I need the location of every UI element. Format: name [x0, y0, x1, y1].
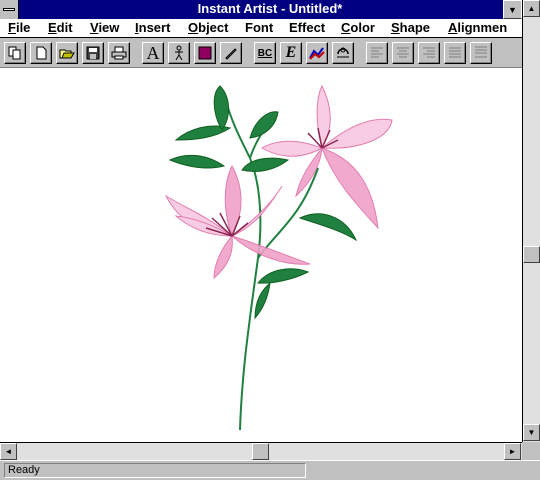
menu-object[interactable]: Object [188, 20, 228, 35]
lily-artwork[interactable] [0, 68, 522, 442]
minimize-button[interactable]: ▼ [503, 0, 522, 19]
scroll-down-button[interactable]: ▼ [523, 424, 540, 441]
scroll-up-button[interactable]: ▲ [523, 0, 540, 17]
special-text-button[interactable]: E [280, 42, 302, 64]
status-text: Ready [4, 463, 306, 478]
spell-check-button[interactable]: BC [254, 42, 276, 64]
drawing-canvas[interactable] [0, 68, 522, 442]
align-left-icon [371, 47, 383, 58]
scroll-corner [522, 442, 540, 460]
chart-icon [309, 47, 325, 60]
save-icon [86, 46, 100, 60]
leaf [298, 213, 358, 242]
leaf [254, 281, 271, 320]
new-button[interactable] [30, 42, 52, 64]
align-left-button[interactable] [366, 42, 388, 64]
align-right-button[interactable] [418, 42, 440, 64]
copy-button[interactable] [4, 42, 26, 64]
color-fill-button[interactable] [194, 42, 216, 64]
pen-icon [225, 48, 237, 60]
leaf [241, 157, 290, 173]
menu-effect[interactable]: Effect [289, 20, 325, 35]
horizontal-scrollbar[interactable]: ◄ ► [0, 442, 522, 460]
menu-shape[interactable]: Shape [391, 20, 430, 35]
copy-icon [8, 46, 21, 60]
arrow-right-icon: ► [508, 447, 517, 456]
vertical-scrollbar[interactable]: ▲ ▼ [522, 0, 540, 442]
main-stem [239, 157, 262, 431]
title-bar: Instant Artist - Untitled* ▼ ▲ [0, 0, 540, 19]
open-button[interactable] [56, 42, 78, 64]
status-bar: Ready [0, 460, 540, 480]
chart-button[interactable] [306, 42, 328, 64]
minimize-icon: ▼ [508, 4, 517, 15]
spell-check-icon: BC [257, 47, 273, 59]
scroll-left-button[interactable]: ◄ [0, 443, 17, 460]
window-title: Instant Artist - Untitled* [197, 1, 343, 16]
text-icon: A [146, 43, 160, 63]
clipart-icon [175, 45, 183, 61]
shape-effect-button[interactable] [332, 42, 354, 64]
vertical-scroll-thumb[interactable] [523, 246, 540, 263]
menu-view[interactable]: View [90, 20, 119, 35]
align-right-icon [423, 47, 435, 58]
new-icon [36, 46, 47, 60]
special-text-icon: E [285, 44, 297, 61]
arrow-left-icon: ◄ [4, 447, 13, 456]
clipart-button[interactable] [168, 42, 190, 64]
color-fill-icon [198, 46, 212, 60]
save-button[interactable] [82, 42, 104, 64]
arrow-down-icon: ▼ [527, 428, 536, 437]
scroll-right-button[interactable]: ► [504, 443, 521, 460]
stretch-icon [475, 46, 487, 58]
justify-button[interactable] [444, 42, 466, 64]
menu-alignment[interactable]: Alignmen [448, 20, 507, 35]
toolbar: A BC E [0, 38, 540, 68]
pen-button[interactable] [220, 42, 242, 64]
leaf [257, 268, 310, 284]
menu-color[interactable]: Color [341, 20, 375, 35]
text-button[interactable]: A [142, 42, 164, 64]
leaf [168, 154, 226, 169]
stretch-button[interactable] [470, 42, 492, 64]
shape-effect-icon [337, 47, 349, 58]
upper-lily-flower [260, 84, 393, 230]
arrow-up-icon: ▲ [527, 4, 536, 13]
justify-icon [449, 47, 461, 58]
horizontal-scroll-thumb[interactable] [252, 443, 269, 460]
print-icon [111, 46, 127, 60]
flower-bud [213, 85, 229, 131]
menu-font[interactable]: Font [245, 20, 273, 35]
menu-file[interactable]: File [8, 20, 30, 35]
align-center-icon [397, 47, 409, 58]
menu-bar: File Edit View Insert Object Font Effect… [0, 19, 540, 38]
flower-bud [249, 111, 279, 139]
align-center-button[interactable] [392, 42, 414, 64]
menu-edit[interactable]: Edit [48, 20, 73, 35]
print-button[interactable] [108, 42, 130, 64]
open-icon [59, 49, 75, 59]
menu-insert[interactable]: Insert [135, 20, 170, 35]
